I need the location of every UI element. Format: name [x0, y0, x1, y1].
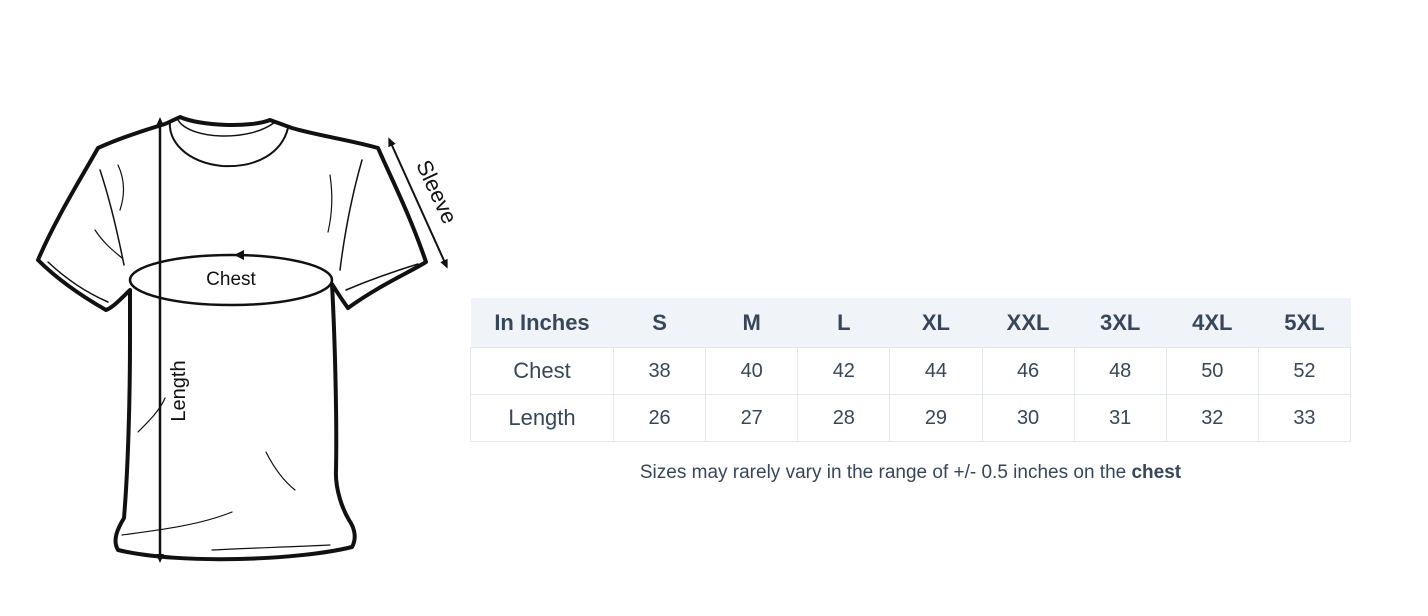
table-cell: 32: [1165, 394, 1259, 442]
note-emphasis: chest: [1131, 462, 1182, 483]
table-cell: 30: [981, 394, 1075, 442]
header-in-inches: In Inches: [470, 298, 614, 348]
table-cell: 33: [1257, 394, 1352, 442]
size-header: 4XL: [1166, 298, 1259, 348]
table-cell: 26: [612, 394, 707, 442]
tshirt-outline: [36, 115, 428, 562]
size-header: 5XL: [1258, 298, 1351, 348]
chest-label: Chest: [206, 269, 256, 290]
table-row-chest: Chest 38 40 42 44 46 48 50 52: [470, 347, 1352, 395]
table-cell: 44: [889, 347, 983, 395]
size-chart-table: In Inches S M L XL XXL 3XL 4XL 5XL Chest…: [470, 298, 1352, 442]
note-text: Sizes may rarely vary in the range of +/…: [639, 462, 1132, 483]
row-label-chest: Chest: [470, 347, 614, 395]
size-header: XL: [889, 298, 982, 348]
table-cell: 31: [1073, 394, 1167, 442]
size-header: L: [797, 298, 890, 348]
table-row-length: Length 26 27 28 29 30 31 32 33: [470, 394, 1352, 442]
table-cell: 42: [797, 347, 891, 395]
sleeve-label: Sleeve: [411, 156, 462, 228]
table-header-row: In Inches S M L XL XXL 3XL 4XL 5XL: [470, 298, 1351, 348]
table-cell: 40: [705, 347, 799, 395]
table-cell: 48: [1073, 347, 1167, 395]
size-header: M: [705, 298, 798, 348]
size-header: 3XL: [1074, 298, 1167, 348]
size-variation-note: Sizes may rarely vary in the range of +/…: [470, 462, 1351, 484]
table-cell: 46: [981, 347, 1075, 395]
table-cell: 28: [797, 394, 891, 442]
row-label-length: Length: [470, 394, 614, 442]
table-cell: 38: [612, 347, 707, 395]
size-header: S: [613, 298, 706, 348]
length-label: Length: [168, 360, 190, 421]
table-cell: 50: [1165, 347, 1259, 395]
table-cell: 52: [1257, 347, 1352, 395]
table-cell: 27: [705, 394, 799, 442]
chest-arrowhead: [234, 250, 244, 260]
size-header: XXL: [982, 298, 1075, 348]
table-cell: 29: [889, 394, 983, 442]
tshirt-measurement-diagram: Chest Length Sleeve: [36, 115, 462, 563]
